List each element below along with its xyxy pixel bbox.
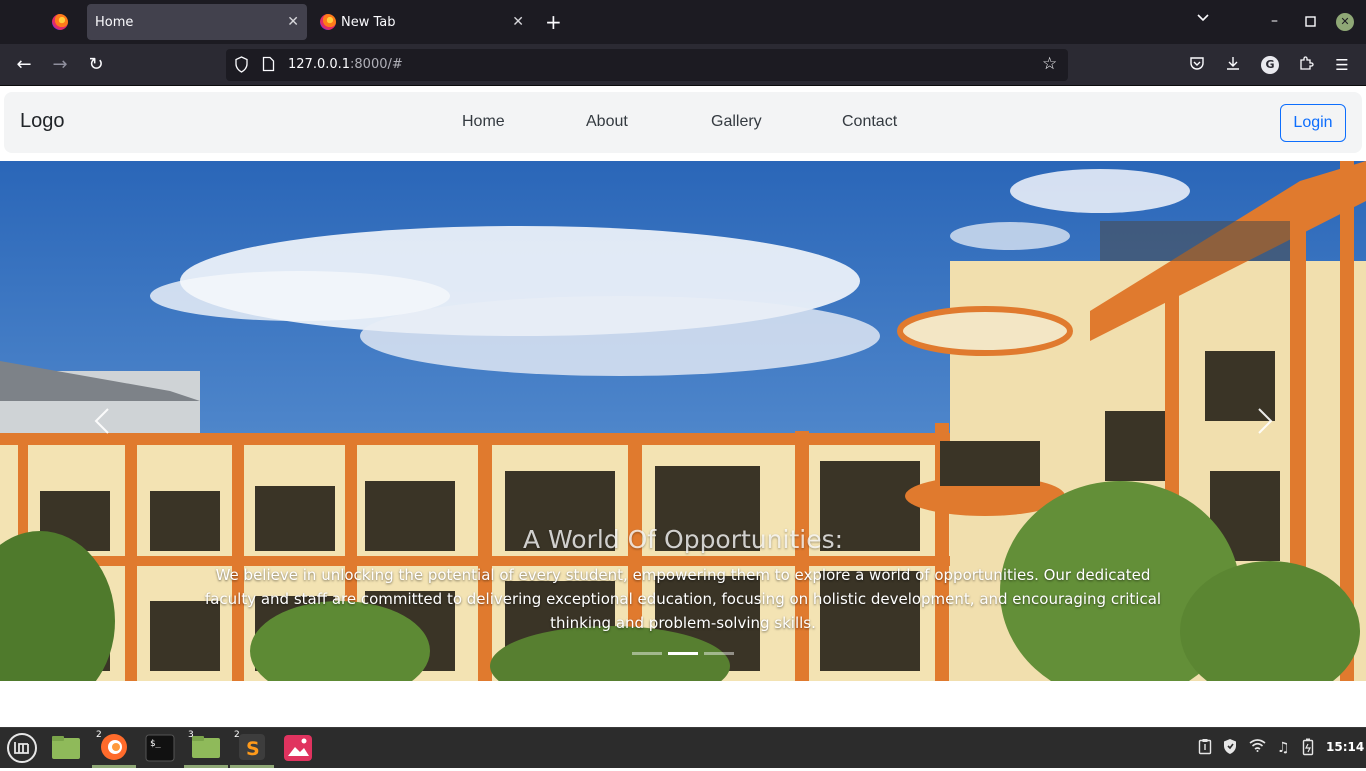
nav-link-contact[interactable]: Contact bbox=[842, 113, 897, 131]
close-icon[interactable]: ✕ bbox=[512, 14, 524, 30]
svg-text:S: S bbox=[246, 738, 260, 760]
reload-icon[interactable]: ↻ bbox=[84, 53, 108, 77]
site-navbar: Logo Home About Gallery Contact Login bbox=[4, 92, 1362, 153]
site-brand[interactable]: Logo bbox=[20, 110, 65, 133]
carousel-next-button[interactable] bbox=[1249, 401, 1279, 441]
window-close-icon[interactable]: ✕ bbox=[1336, 13, 1354, 31]
download-icon[interactable] bbox=[1223, 55, 1243, 76]
caption-text: We believe in unlocking the potential of… bbox=[204, 566, 1162, 632]
wifi-icon[interactable] bbox=[1249, 738, 1266, 758]
web-page: Logo Home About Gallery Contact Login A … bbox=[0, 86, 1366, 727]
chevron-left-icon bbox=[94, 408, 109, 434]
carousel-indicators bbox=[632, 652, 734, 655]
carousel-indicator-3[interactable] bbox=[704, 652, 734, 655]
carousel-caption: A World Of Opportunities: We believe in … bbox=[200, 525, 1166, 635]
hamburger-menu-icon[interactable]: ☰ bbox=[1332, 55, 1352, 75]
tab-new-tab[interactable]: New Tab ✕ bbox=[312, 4, 532, 40]
url-bar[interactable]: 127.0.0.1:8000/# ☆ bbox=[226, 49, 1068, 81]
browser-toolbar: ← → ↻ 127.0.0.1:8000/# ☆ ☰ bbox=[0, 44, 1366, 86]
forward-arrow-icon[interactable]: → bbox=[48, 53, 72, 77]
carousel-prev-button[interactable] bbox=[88, 401, 118, 441]
browser-tab-bar: Home ✕ New Tab ✕ + – ✕ bbox=[0, 0, 1366, 44]
shield-tray-icon[interactable] bbox=[1222, 738, 1238, 761]
nav-link-home[interactable]: Home bbox=[462, 113, 505, 131]
app-badge: 2 bbox=[96, 730, 102, 740]
chevron-down-icon[interactable] bbox=[1196, 11, 1210, 31]
back-arrow-icon[interactable]: ← bbox=[12, 53, 36, 77]
url-path: :8000/# bbox=[350, 57, 403, 72]
battery-icon[interactable] bbox=[1302, 738, 1314, 762]
firefox-icon[interactable] bbox=[52, 14, 68, 30]
bookmark-star-icon[interactable]: ☆ bbox=[1042, 55, 1057, 73]
carousel-indicator-2[interactable] bbox=[668, 652, 698, 655]
svg-text:$_: $_ bbox=[150, 739, 161, 749]
chevron-right-icon bbox=[1258, 408, 1273, 434]
image-viewer-icon[interactable] bbox=[276, 729, 320, 768]
files-icon[interactable]: 3 bbox=[184, 729, 228, 768]
tab-label: New Tab bbox=[341, 14, 396, 30]
app-badge: 3 bbox=[188, 730, 194, 740]
extensions-icon[interactable] bbox=[1296, 55, 1316, 76]
clipboard-icon[interactable] bbox=[1198, 738, 1212, 761]
tab-label: Home bbox=[95, 14, 134, 30]
shield-icon[interactable] bbox=[234, 56, 249, 77]
firefox-icon bbox=[320, 14, 336, 30]
url-host: 127.0.0.1 bbox=[288, 57, 351, 72]
account-avatar[interactable]: G bbox=[1261, 56, 1279, 74]
minimize-icon[interactable]: – bbox=[1271, 11, 1278, 31]
page-icon[interactable] bbox=[262, 56, 275, 76]
url-text[interactable]: 127.0.0.1:8000/# bbox=[288, 57, 403, 72]
mint-menu-icon[interactable] bbox=[0, 729, 44, 768]
caption-title: A World Of Opportunities: bbox=[522, 525, 844, 554]
folder-icon[interactable] bbox=[44, 729, 88, 768]
login-button[interactable]: Login bbox=[1280, 104, 1346, 142]
maximize-icon[interactable] bbox=[1305, 13, 1316, 33]
firefox-icon[interactable]: 2 bbox=[92, 729, 136, 768]
clock[interactable]: 15:14 bbox=[1326, 740, 1364, 754]
nav-link-gallery[interactable]: Gallery bbox=[711, 113, 762, 131]
nav-link-about[interactable]: About bbox=[586, 113, 628, 131]
terminal-icon[interactable]: $_ bbox=[138, 729, 182, 768]
carousel-indicator-1[interactable] bbox=[632, 652, 662, 655]
plus-icon[interactable]: + bbox=[545, 10, 562, 34]
sublime-text-icon[interactable]: 2 S bbox=[230, 729, 274, 768]
os-taskbar: 2 $_ 3 2 S ♫ 15:14 bbox=[0, 727, 1366, 768]
pocket-icon[interactable] bbox=[1187, 55, 1207, 76]
app-badge: 2 bbox=[234, 730, 240, 740]
tab-home[interactable]: Home ✕ bbox=[87, 4, 307, 40]
sound-icon[interactable]: ♫ bbox=[1277, 738, 1290, 758]
hero-carousel: A World Of Opportunities: We believe in … bbox=[0, 161, 1366, 681]
close-icon[interactable]: ✕ bbox=[287, 14, 299, 30]
